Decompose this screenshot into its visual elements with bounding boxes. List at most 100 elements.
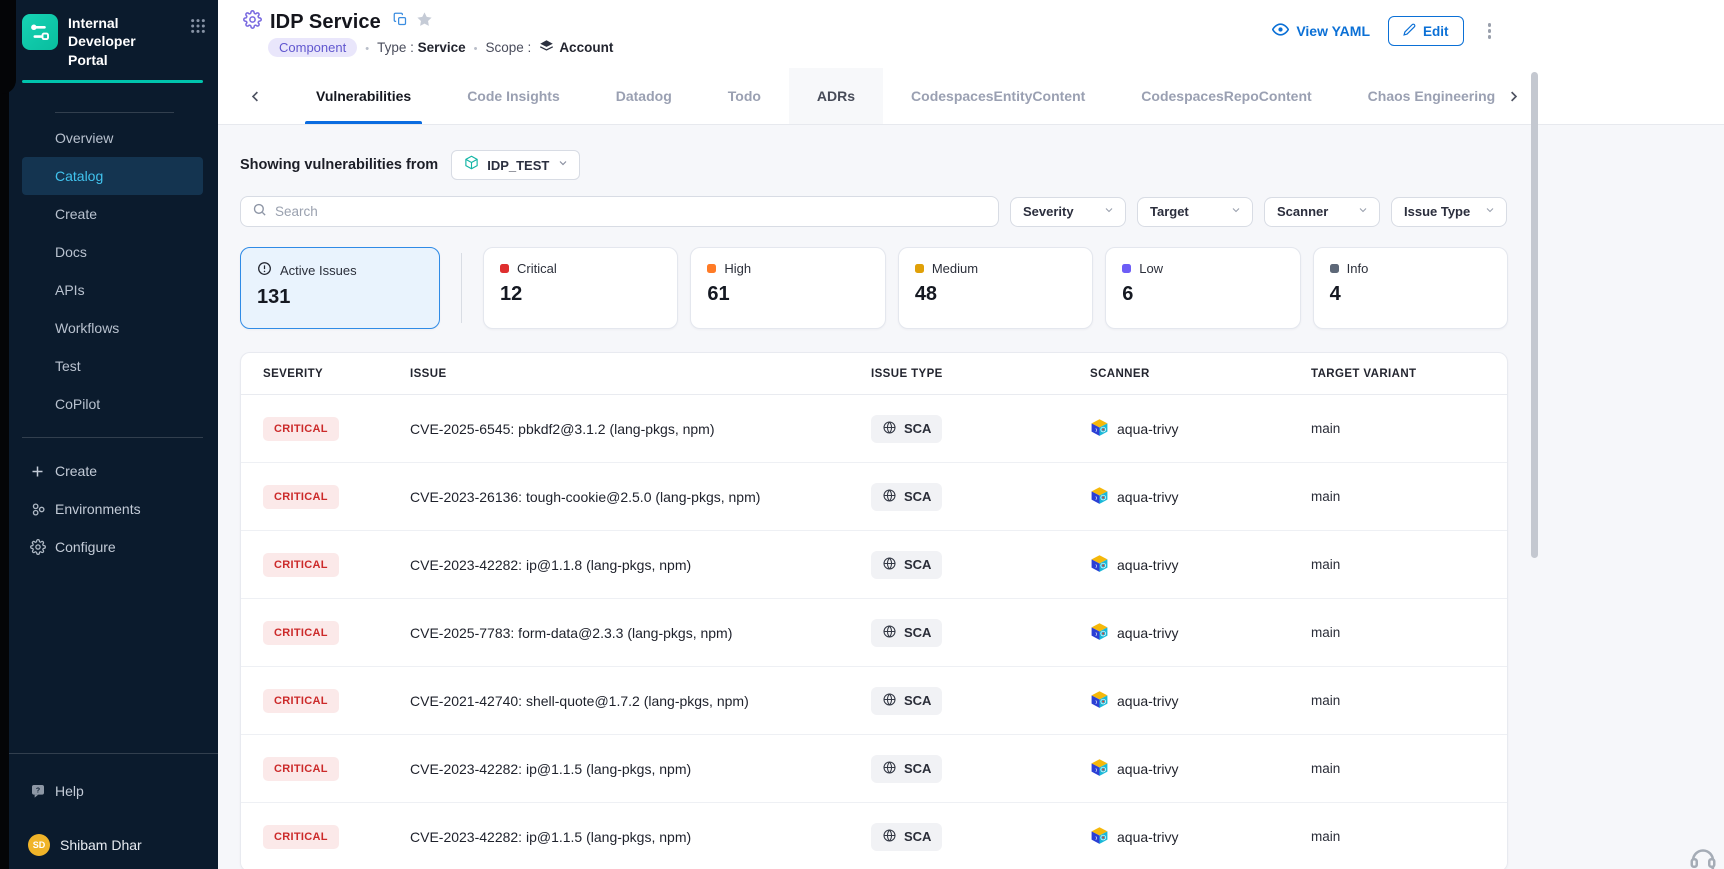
eye-icon <box>1272 21 1289 41</box>
search-input[interactable] <box>275 204 987 219</box>
tab-chaos-engineering[interactable]: Chaos Engineering <box>1340 68 1506 124</box>
sca-icon <box>882 420 897 438</box>
cube-icon <box>464 155 479 175</box>
issue-cell: CVE-2025-6545: pbkdf2@3.1.2 (lang-pkgs, … <box>410 421 871 437</box>
vulnerabilities-panel: Showing vulnerabilities from IDP_TEST <box>218 125 1724 869</box>
more-options-icon[interactable] <box>1482 19 1498 43</box>
sidebar-item-apis[interactable]: APIs <box>22 271 203 309</box>
divider <box>0 753 218 754</box>
pipeline-icon <box>27 19 53 45</box>
filter-scanner[interactable]: Scanner <box>1264 197 1380 227</box>
divider <box>461 253 462 323</box>
sidebar: Internal Developer Portal Overview Catal… <box>0 0 218 869</box>
edit-button[interactable]: Edit <box>1388 16 1464 46</box>
sca-icon <box>882 760 897 778</box>
alert-circle-icon <box>257 261 272 279</box>
scope-label: Scope : <box>486 40 532 55</box>
brand-underline <box>22 80 203 83</box>
tab-adrs[interactable]: ADRs <box>789 68 883 124</box>
col-scanner: SCANNER <box>1090 368 1311 380</box>
tabs-scroll-left-icon[interactable] <box>248 68 263 124</box>
sidebar-item-workflows[interactable]: Workflows <box>22 309 203 347</box>
tab-codespaces-repo-content[interactable]: CodespacesRepoContent <box>1113 68 1339 124</box>
chevron-down-icon <box>1484 204 1496 219</box>
filter-issue-type[interactable]: Issue Type <box>1391 197 1507 227</box>
medium-count: 48 <box>915 283 1076 306</box>
critical-swatch <box>500 264 509 273</box>
tab-codespaces-entity-content[interactable]: CodespacesEntityContent <box>883 68 1113 124</box>
support-widget-icon[interactable] <box>1688 843 1718 869</box>
medium-card[interactable]: Medium 48 <box>898 247 1093 329</box>
issue-type-badge: SCA <box>871 551 942 579</box>
divider <box>55 112 174 113</box>
sidebar-item-overview[interactable]: Overview <box>22 119 203 157</box>
left-edge-corner <box>0 0 16 94</box>
table-row[interactable]: CRITICAL CVE-2023-26136: tough-cookie@2.… <box>241 463 1507 531</box>
tab-vulnerabilities[interactable]: Vulnerabilities <box>288 68 439 124</box>
severity-badge: CRITICAL <box>263 417 339 441</box>
issue-type-badge: SCA <box>871 483 942 511</box>
sidebar-item-catalog[interactable]: Catalog <box>22 157 203 195</box>
sidebar-item-create[interactable]: Create <box>22 195 203 233</box>
sidebar-action-environments[interactable]: Environments <box>0 490 218 528</box>
active-issues-card[interactable]: Active Issues 131 <box>240 247 440 329</box>
issue-type-badge: SCA <box>871 687 942 715</box>
severity-badge: CRITICAL <box>263 689 339 713</box>
issue-type-badge: SCA <box>871 755 942 783</box>
plus-icon <box>30 464 55 479</box>
help-button[interactable]: ? Help <box>0 776 218 806</box>
scanner-cell: aqua-trivy <box>1090 690 1311 712</box>
vulnerabilities-table: SEVERITY ISSUE ISSUE TYPE SCANNER TARGET… <box>240 352 1508 869</box>
tab-code-insights[interactable]: Code Insights <box>439 68 588 124</box>
star-icon[interactable] <box>416 11 433 33</box>
filter-label: Severity <box>1023 204 1074 219</box>
info-card[interactable]: Info 4 <box>1313 247 1508 329</box>
medium-swatch <box>915 264 924 273</box>
trivy-icon <box>1090 554 1109 576</box>
copy-icon[interactable] <box>393 12 408 32</box>
high-card[interactable]: High 61 <box>690 247 885 329</box>
target-cell: main <box>1311 761 1485 776</box>
tabs-scroll-right-icon[interactable] <box>1506 68 1521 124</box>
showing-label: Showing vulnerabilities from <box>240 157 438 173</box>
tab-todo[interactable]: Todo <box>700 68 789 124</box>
left-edge-panel <box>0 0 9 869</box>
trivy-icon <box>1090 418 1109 440</box>
trivy-icon <box>1090 486 1109 508</box>
sidebar-action-create[interactable]: Create <box>0 452 218 490</box>
tab-datadog[interactable]: Datadog <box>588 68 700 124</box>
table-row[interactable]: CRITICAL CVE-2021-42740: shell-quote@1.7… <box>241 667 1507 735</box>
table-row[interactable]: CRITICAL CVE-2023-42282: ip@1.1.5 (lang-… <box>241 803 1507 869</box>
target-cell: main <box>1311 625 1485 640</box>
filter-severity[interactable]: Severity <box>1010 197 1126 227</box>
severity-badge: CRITICAL <box>263 621 339 645</box>
view-yaml-button[interactable]: View YAML <box>1272 21 1370 41</box>
chevron-down-icon <box>1230 204 1242 219</box>
sidebar-item-test[interactable]: Test <box>22 347 203 385</box>
sidebar-action-configure[interactable]: Configure <box>0 528 218 566</box>
low-card[interactable]: Low 6 <box>1105 247 1300 329</box>
card-label: Info <box>1347 261 1369 276</box>
filter-label: Target <box>1150 204 1189 219</box>
help-chat-icon: ? <box>30 783 55 799</box>
filter-target[interactable]: Target <box>1137 197 1253 227</box>
scanner-cell: aqua-trivy <box>1090 758 1311 780</box>
active-issues-count: 131 <box>257 286 423 309</box>
sidebar-item-copilot[interactable]: CoPilot <box>22 385 203 423</box>
table-row[interactable]: CRITICAL CVE-2025-7783: form-data@2.3.3 … <box>241 599 1507 667</box>
table-row[interactable]: CRITICAL CVE-2023-42282: ip@1.1.5 (lang-… <box>241 735 1507 803</box>
avatar: SD <box>28 834 50 856</box>
apps-grid-icon[interactable] <box>190 18 206 39</box>
type-label: Type : <box>377 40 414 55</box>
filter-label: Scanner <box>1277 204 1328 219</box>
severity-badge: CRITICAL <box>263 757 339 781</box>
vertical-scrollbar[interactable] <box>1531 72 1538 558</box>
card-label: High <box>724 261 751 276</box>
user-menu[interactable]: SD Shibam Dhar <box>0 830 218 860</box>
project-selector[interactable]: IDP_TEST <box>451 150 580 180</box>
table-row[interactable]: CRITICAL CVE-2025-6545: pbkdf2@3.1.2 (la… <box>241 395 1507 463</box>
page-title: IDP Service <box>270 11 381 34</box>
critical-card[interactable]: Critical 12 <box>483 247 678 329</box>
sidebar-item-docs[interactable]: Docs <box>22 233 203 271</box>
table-row[interactable]: CRITICAL CVE-2023-42282: ip@1.1.8 (lang-… <box>241 531 1507 599</box>
